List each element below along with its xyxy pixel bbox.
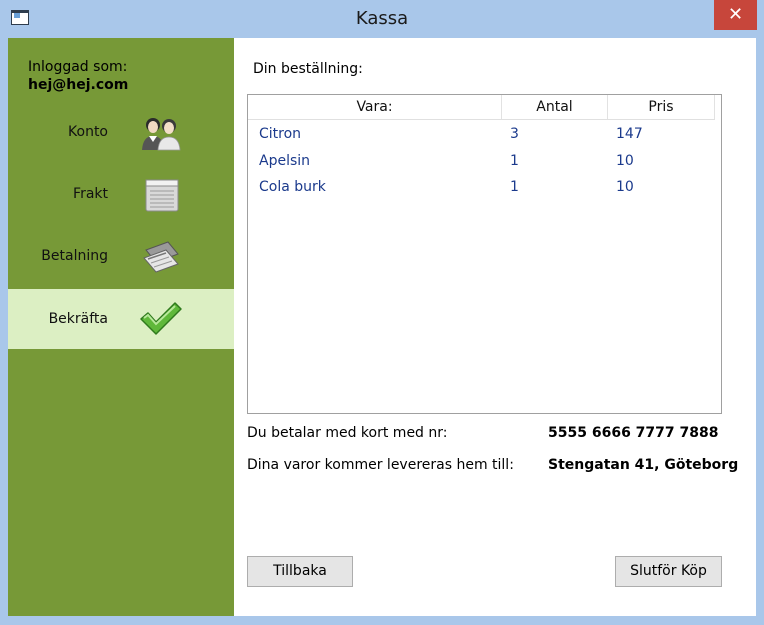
finish-purchase-button[interactable]: Slutför Köp [615,556,722,587]
cell-price: 10 [616,179,634,195]
delivery-label: Dina varor kommer levereras hem till: [247,457,514,473]
table-row[interactable]: Apelsin 1 10 [248,148,715,174]
sidebar-item-label: Betalning [41,248,108,264]
logged-in-label: Inloggad som: [28,59,128,75]
payment-icon [143,241,179,273]
checkmark-icon [140,302,182,335]
cell-price: 10 [616,153,634,169]
checkout-window: Kassa ✕ Inloggad som: hej@hej.com Konto [0,0,764,625]
sidebar-item-bekrafta[interactable]: Bekräfta [8,289,234,349]
column-header-qty[interactable]: Antal [502,95,608,119]
cell-price: 147 [616,126,643,142]
cell-qty: 1 [510,153,519,169]
sidebar-item-konto[interactable]: Konto [8,102,234,162]
cell-qty: 1 [510,179,519,195]
payment-label: Du betalar med kort med nr: [247,425,448,441]
sidebar-item-frakt[interactable]: Frakt [8,164,234,224]
logged-in-user: hej@hej.com [28,77,129,93]
table-header: Vara: Antal Pris [248,95,715,120]
delivery-address: Stengatan 41, Göteborg [548,457,739,473]
sidebar: Inloggad som: hej@hej.com Konto Frakt Be… [8,38,234,616]
title-bar[interactable]: Kassa ✕ [0,0,764,38]
column-header-item[interactable]: Vara: [248,95,502,119]
cell-item: Apelsin [259,153,311,169]
window-content: Inloggad som: hej@hej.com Konto Frakt Be… [8,38,756,616]
order-heading: Din beställning: [253,61,363,77]
main-panel: Din beställning: Vara: Antal Pris Citron… [234,38,756,616]
cell-item: Cola burk [259,179,326,195]
cell-qty: 3 [510,126,519,142]
users-icon [142,118,181,151]
sidebar-item-label: Konto [68,124,108,140]
back-button[interactable]: Tillbaka [247,556,353,587]
column-header-price[interactable]: Pris [608,95,715,119]
sidebar-item-label: Frakt [73,186,108,202]
window-title: Kassa [355,8,409,29]
order-table[interactable]: Vara: Antal Pris Citron 3 147 Apelsin 1 … [247,94,722,414]
close-button[interactable]: ✕ [714,0,757,30]
table-row[interactable]: Cola burk 1 10 [248,174,715,200]
sidebar-item-label: Bekräfta [48,311,108,327]
table-row[interactable]: Citron 3 147 [248,121,715,147]
package-icon [145,179,179,212]
card-number: 5555 6666 7777 7888 [548,425,719,441]
sidebar-item-betalning[interactable]: Betalning [8,226,234,286]
cell-item: Citron [259,126,302,142]
